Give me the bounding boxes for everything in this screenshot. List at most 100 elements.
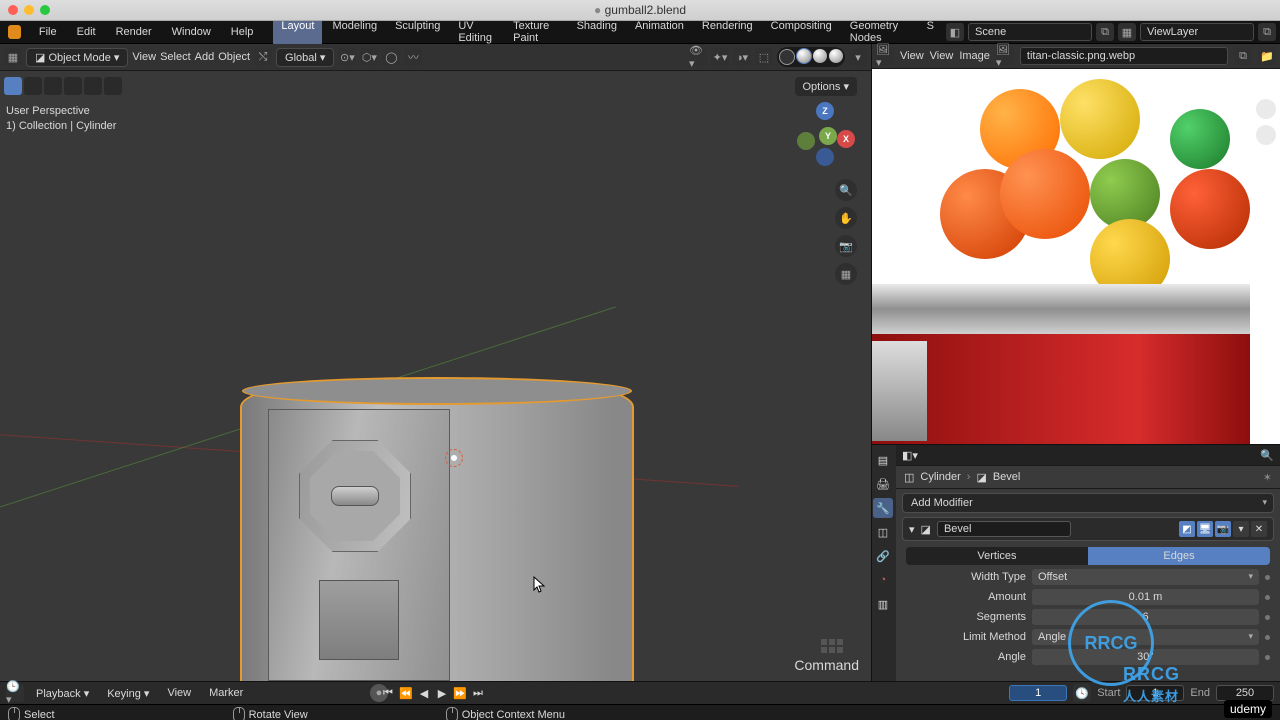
modifier-name-field[interactable]: Bevel (937, 521, 1071, 537)
img-menu-image[interactable]: Image (959, 50, 990, 62)
anim-dot-icon[interactable] (1265, 575, 1270, 580)
solid-shading-icon[interactable] (797, 49, 811, 63)
tab-modeling[interactable]: Modeling (324, 18, 385, 46)
new-image-icon[interactable]: ⧉ (1234, 47, 1252, 65)
tab-texture-paint[interactable]: Texture Paint (505, 18, 566, 46)
img-menu-view2[interactable]: View (930, 50, 954, 62)
jump-end-icon[interactable]: ⏭ (470, 685, 486, 701)
anim-dot-icon[interactable] (1265, 655, 1270, 660)
amount-field[interactable]: 0.01 m (1032, 589, 1259, 605)
menu-file[interactable]: File (31, 24, 65, 40)
pin-icon[interactable]: ✶ (1263, 471, 1272, 484)
proportional-icon[interactable]: ◯ (382, 48, 400, 66)
property-search[interactable]: ◧▾ 🔍 (896, 445, 1280, 466)
viewlayer-icon[interactable]: ▦ (1118, 23, 1136, 41)
keyframe-next-icon[interactable]: ⏩ (452, 685, 468, 701)
img-pan-icon[interactable] (1256, 125, 1276, 145)
new-viewlayer-icon[interactable]: ⧉ (1258, 23, 1276, 41)
tab-modifier-props-icon[interactable]: 🔧 (873, 498, 893, 518)
xray-icon[interactable]: ⬚ (755, 48, 773, 66)
zoom-icon[interactable] (40, 5, 50, 15)
limit-method-select[interactable]: Angle (1032, 629, 1259, 645)
tab-object-props-icon[interactable]: ◫ (873, 522, 893, 542)
tl-menu-marker[interactable]: Marker (203, 687, 249, 699)
menu-help[interactable]: Help (223, 24, 262, 40)
angle-field[interactable]: 30° (1032, 649, 1259, 665)
affect-edges[interactable]: Edges (1088, 547, 1270, 565)
width-type-select[interactable]: Offset (1032, 569, 1259, 585)
menu-edit[interactable]: Edit (69, 24, 104, 40)
vp-menu-object[interactable]: Object (218, 51, 250, 63)
open-image-icon[interactable]: 📁 (1258, 47, 1276, 65)
tl-menu-playback[interactable]: Playback ▾ (30, 687, 95, 700)
visibility-icon[interactable]: 👁▾ (689, 48, 707, 66)
affect-vertices[interactable]: Vertices (906, 547, 1088, 565)
image-link-icon[interactable]: 🖼▾ (996, 47, 1014, 65)
image-name-field[interactable]: titan-classic.png.webp (1020, 47, 1228, 65)
vp-menu-view[interactable]: View (132, 51, 156, 63)
play-icon[interactable]: ▶ (434, 685, 450, 701)
display-render-icon[interactable]: 📷 (1215, 521, 1231, 537)
menu-render[interactable]: Render (108, 24, 160, 40)
current-frame-field[interactable]: 1 (1009, 685, 1067, 701)
image-editor[interactable]: 🖼▾ View View Image 🖼▾ titan-classic.png.… (872, 44, 1280, 445)
tab-compositing[interactable]: Compositing (763, 18, 840, 46)
search-icon[interactable]: 🔍 (1260, 449, 1274, 462)
anim-dot-icon[interactable] (1265, 635, 1270, 640)
frame-clock-icon[interactable]: 🕓 (1073, 684, 1091, 702)
tab-uv-editing[interactable]: UV Editing (450, 18, 503, 46)
bevel-affect-toggle[interactable]: Vertices Edges (906, 547, 1270, 565)
matprev-shading-icon[interactable] (813, 49, 827, 63)
breadcrumb-object[interactable]: Cylinder (920, 471, 960, 483)
tab-layout[interactable]: Layout (273, 18, 322, 46)
anim-dot-icon[interactable] (1265, 615, 1270, 620)
tl-menu-view[interactable]: View (161, 687, 197, 699)
timeline-editor-icon[interactable]: 🕒▾ (6, 684, 24, 702)
orientation-select[interactable]: Global ▾ (276, 48, 334, 67)
keyframe-prev-icon[interactable]: ⏪ (398, 685, 414, 701)
new-scene-icon[interactable]: ⧉ (1096, 23, 1114, 41)
close-icon[interactable] (8, 5, 18, 15)
play-rev-icon[interactable]: ◀ (416, 685, 432, 701)
tab-data-props-icon[interactable]: ▥ (873, 594, 893, 614)
jump-start-icon[interactable]: ⏮ (380, 685, 396, 701)
wireframe-shading-icon[interactable] (779, 49, 795, 65)
pivot-icon[interactable]: ⊙▾ (338, 48, 356, 66)
viewport-canvas[interactable]: Command (0, 71, 871, 681)
tab-more[interactable]: S (919, 18, 942, 46)
tab-animation[interactable]: Animation (627, 18, 692, 46)
anim-dot-icon[interactable] (1265, 595, 1270, 600)
img-menu-view1[interactable]: View (900, 50, 924, 62)
image-editor-type-icon[interactable]: 🖼▾ (876, 47, 894, 65)
segments-field[interactable]: 6 (1032, 609, 1259, 625)
expand-icon[interactable]: ▾ (909, 523, 915, 536)
shading-modes[interactable] (777, 47, 845, 67)
modifier-menu-icon[interactable]: ▾ (1233, 521, 1249, 537)
add-modifier-button[interactable]: Add Modifier (902, 493, 1274, 513)
orientation-icon[interactable]: ⤭ (254, 48, 272, 66)
img-zoom-icon[interactable] (1256, 99, 1276, 119)
tab-material-props-icon[interactable]: ◔ (873, 570, 893, 590)
tab-render-props-icon[interactable]: ▤ (873, 450, 893, 470)
tab-sculpting[interactable]: Sculpting (387, 18, 448, 46)
snap-icon[interactable]: ⬡▾ (360, 48, 378, 66)
reference-image[interactable] (872, 69, 1280, 444)
tl-menu-keying[interactable]: Keying ▾ (101, 687, 155, 700)
tab-rendering[interactable]: Rendering (694, 18, 761, 46)
tab-constraint-props-icon[interactable]: 🔗 (873, 546, 893, 566)
mode-select[interactable]: ◪ Object Mode ▾ (26, 48, 128, 67)
timeline[interactable]: 🕒▾ Playback ▾ Keying ▾ View Marker ● ⏮ ⏪… (0, 681, 1280, 704)
tab-output-props-icon[interactable]: 🖨 (873, 474, 893, 494)
vp-menu-select[interactable]: Select (160, 51, 191, 63)
scene-field[interactable]: Scene (968, 23, 1092, 41)
minimize-icon[interactable] (24, 5, 34, 15)
breadcrumb-modifier[interactable]: Bevel (993, 471, 1021, 483)
vp-menu-add[interactable]: Add (195, 51, 215, 63)
menu-window[interactable]: Window (164, 24, 219, 40)
editor-type-icon[interactable]: ▦ (4, 48, 22, 66)
display-editmode-icon[interactable]: ◩ (1179, 521, 1195, 537)
overlay-icon[interactable]: ◑▾ (733, 48, 751, 66)
viewlayer-field[interactable]: ViewLayer (1140, 23, 1254, 41)
rendered-shading-icon[interactable] (829, 49, 843, 63)
display-realtime-icon[interactable]: 🖥 (1197, 521, 1213, 537)
